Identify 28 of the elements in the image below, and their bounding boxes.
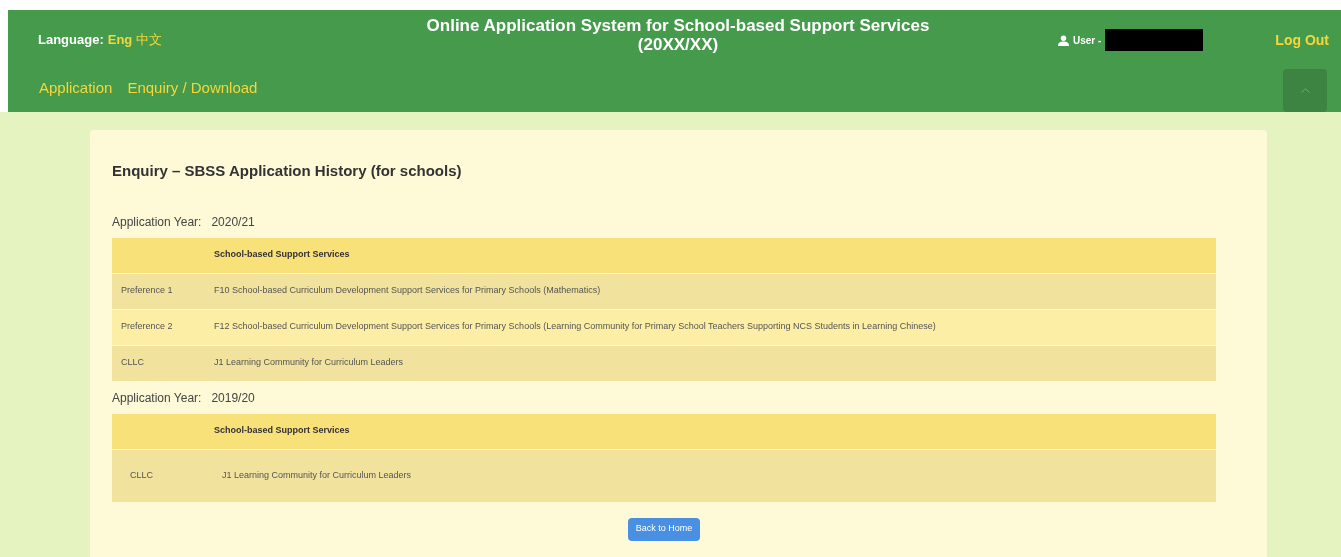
nav-link[interactable]: Enquiry / Download: [127, 77, 258, 100]
year-label: Application Year:: [112, 213, 202, 231]
back-to-home-button[interactable]: Back to Home: [627, 517, 701, 541]
table-cell: F10 School-based Curriculum Development Support Services for Primary Schools (Mathematics): [214, 284, 601, 298]
chevron-up-icon: [1300, 88, 1310, 93]
page-title: Enquiry – SBSS Application History (for schools): [112, 161, 463, 181]
user-label: User -: [1073, 33, 1102, 48]
column-header: School-based Support Services: [214, 424, 350, 438]
scroll-top-button[interactable]: [1283, 69, 1327, 112]
language-label: Language:: [38, 31, 104, 49]
system-year: (20XX/XX): [637, 35, 719, 54]
table-cell-text: Preference 1: [120, 284, 174, 298]
table-cell-text: Preference 2: [120, 320, 174, 334]
table-cell: F12 School-based Curriculum Development Support Services for Primary Schools (Learning Community for Primary School Teachers Supporting NCS Students in Learning Chinese): [214, 320, 936, 334]
log-out-link[interactable]: Log Out: [1275, 30, 1329, 51]
year-label: Application Year:: [112, 389, 202, 407]
language-link[interactable]: Eng: [107, 30, 133, 50]
table-cell: J1 Learning Community for Curriculum Leaders: [214, 356, 404, 370]
year-value: 2019/20: [211, 389, 255, 407]
table-cell-text: CLLC: [129, 468, 154, 482]
system-title: Online Application System for School-based Support Services: [426, 16, 930, 35]
table-cell-text: CLLC: [120, 356, 145, 370]
user-icon: [1058, 34, 1069, 46]
table-cell-text: J1 Learning Community for Curriculum Leaders: [222, 468, 412, 482]
column-header: School-based Support Services: [214, 248, 350, 262]
nav-link[interactable]: Application: [39, 77, 113, 100]
language-link[interactable]: 中文: [136, 30, 163, 50]
year-value: 2020/21: [211, 213, 255, 231]
